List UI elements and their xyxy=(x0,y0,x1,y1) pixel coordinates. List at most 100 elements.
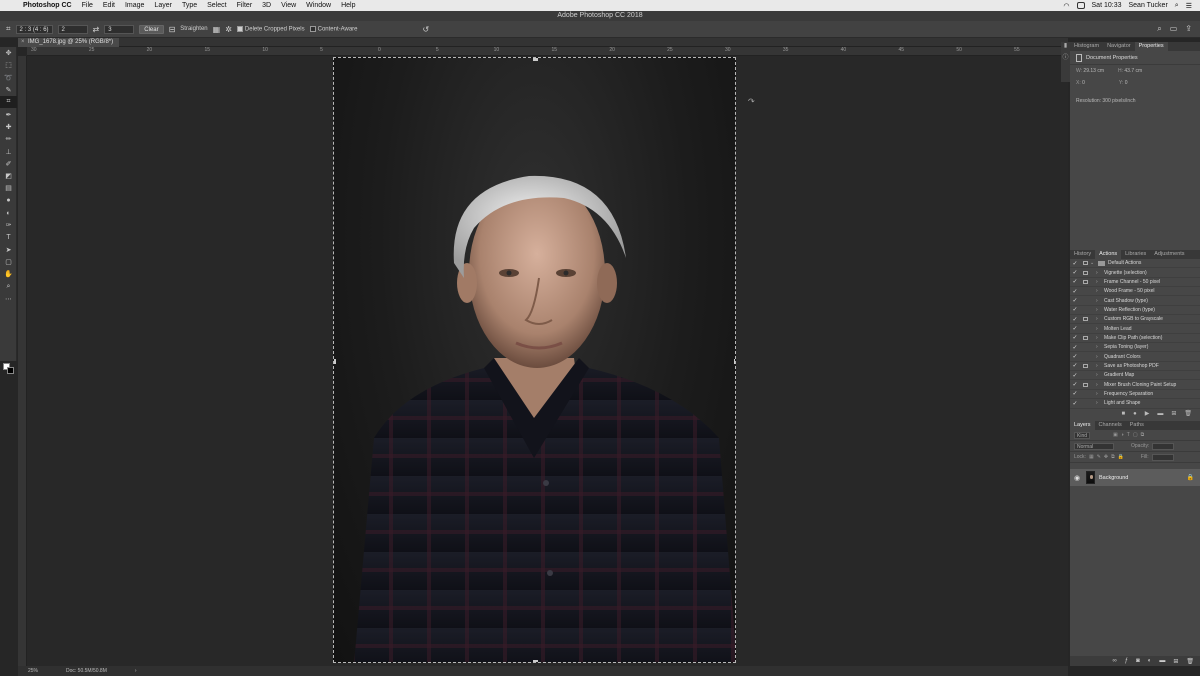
check-icon[interactable]: ✓ xyxy=(1070,288,1080,295)
zoom-tool-icon[interactable]: ⌕ xyxy=(0,281,17,293)
info-icon[interactable]: ⓘ xyxy=(1061,52,1070,62)
chevron-right-icon[interactable]: › xyxy=(1096,298,1104,304)
tab-actions[interactable]: Actions xyxy=(1095,250,1122,259)
chevron-right-icon[interactable]: › xyxy=(1096,326,1104,332)
wifi-icon[interactable]: ◠ xyxy=(1063,2,1069,10)
document-image[interactable] xyxy=(333,57,736,663)
lock-artboard-icon[interactable]: ⧉ xyxy=(1111,454,1115,460)
crop-height-field[interactable]: 3 xyxy=(104,24,135,34)
tab-layers[interactable]: Layers xyxy=(1070,421,1095,430)
action-row[interactable]: ✓ › Mixer Brush Cloning Paint Setup xyxy=(1070,380,1200,390)
tab-navigator[interactable]: Navigator xyxy=(1103,42,1135,51)
tab-properties[interactable]: Properties xyxy=(1134,42,1168,51)
new-group-icon[interactable]: ▬ xyxy=(1159,658,1165,664)
action-row[interactable]: ✓ › Water Reflection (type) xyxy=(1070,306,1200,316)
chevron-right-icon[interactable]: › xyxy=(1096,354,1104,360)
action-row[interactable]: ✓ › Cast Shadow (type) xyxy=(1070,296,1200,306)
chevron-right-icon[interactable]: › xyxy=(1096,270,1104,276)
menu-help[interactable]: Help xyxy=(336,2,360,9)
y-field[interactable]: Y: 0 xyxy=(1119,80,1128,86)
menu-3d[interactable]: 3D xyxy=(257,2,276,9)
chevron-right-icon[interactable]: › xyxy=(1096,382,1104,388)
action-row[interactable]: ✓ › Quadrant Colors xyxy=(1070,352,1200,362)
action-row[interactable]: ✓ › Light and Shape xyxy=(1070,399,1200,409)
check-icon[interactable]: ✓ xyxy=(1070,344,1080,351)
delete-cropped-checkbox[interactable]: Delete Cropped Pixels xyxy=(236,25,305,32)
check-icon[interactable]: ✓ xyxy=(1070,269,1080,276)
menu-edit[interactable]: Edit xyxy=(98,2,120,9)
dodge-tool-icon[interactable]: ◐ xyxy=(0,207,17,219)
adjustment-layer-icon[interactable]: ◐ xyxy=(1148,658,1152,664)
overlay-grid-icon[interactable]: ▦ xyxy=(213,25,221,34)
check-icon[interactable]: ✓ xyxy=(1070,297,1080,304)
dialog-toggle-icon[interactable] xyxy=(1080,363,1090,368)
zoom-level[interactable]: 25% xyxy=(28,668,38,674)
status-arrow-icon[interactable]: › xyxy=(135,668,137,674)
crop-handle-right[interactable] xyxy=(734,359,735,364)
crop-tool-icon[interactable]: ⌗ xyxy=(6,24,11,34)
width-field[interactable]: W: 29.13 cm xyxy=(1076,68,1104,74)
filter-adjustment-icon[interactable]: ◑ xyxy=(1121,432,1124,438)
lasso-tool-icon[interactable]: ➰ xyxy=(0,72,17,84)
check-icon[interactable]: ✓ xyxy=(1070,362,1080,369)
eyedropper-tool-icon[interactable]: ✒ xyxy=(0,108,17,120)
stop-icon[interactable]: ■ xyxy=(1121,411,1125,417)
user-name[interactable]: Sean Tucker xyxy=(1128,2,1167,9)
menu-window[interactable]: Window xyxy=(301,2,336,9)
dialog-toggle-icon[interactable] xyxy=(1080,270,1090,275)
new-layer-icon[interactable]: ⊞ xyxy=(1173,658,1178,665)
spotlight-icon[interactable]: ⌕ xyxy=(1175,2,1179,10)
menu-type[interactable]: Type xyxy=(177,2,202,9)
chevron-right-icon[interactable]: › xyxy=(1096,316,1104,322)
check-icon[interactable]: ✓ xyxy=(1070,306,1080,313)
check-icon[interactable]: ✓ xyxy=(1070,353,1080,360)
check-icon[interactable]: ✓ xyxy=(1070,325,1080,332)
check-icon[interactable]: ✓ xyxy=(1070,316,1080,323)
doc-size[interactable]: Doc: 50.5M/50.8M xyxy=(66,668,107,674)
action-row[interactable]: ✓ › Frequency Separation xyxy=(1070,390,1200,400)
menu-layer[interactable]: Layer xyxy=(149,2,177,9)
brush-tool-icon[interactable]: ✏ xyxy=(0,133,17,145)
action-set-row[interactable]: ✓ ⌄ Default Actions xyxy=(1070,259,1200,269)
lock-icon[interactable]: 🔒 xyxy=(1187,474,1194,481)
action-row[interactable]: ✓ › Wood Frame - 50 pixel xyxy=(1070,287,1200,297)
check-icon[interactable]: ✓ xyxy=(1070,372,1080,379)
clock[interactable]: Sat 10:33 xyxy=(1092,2,1122,9)
histogram-icon[interactable]: ▮ xyxy=(1061,42,1070,52)
x-field[interactable]: X: 0 xyxy=(1076,80,1085,86)
check-icon[interactable]: ✓ xyxy=(1070,260,1080,267)
content-aware-checkbox[interactable]: Content-Aware xyxy=(309,25,358,32)
check-icon[interactable]: ✓ xyxy=(1070,334,1080,341)
fx-icon[interactable]: ƒ xyxy=(1125,658,1128,664)
delete-layer-icon[interactable]: 🗑 xyxy=(1186,658,1194,665)
crop-handle-left[interactable] xyxy=(334,359,336,364)
new-set-icon[interactable]: ▬ xyxy=(1157,411,1163,417)
blur-tool-icon[interactable]: ● xyxy=(0,195,17,207)
workspace-icon[interactable]: ▭ xyxy=(1170,24,1178,34)
share-icon[interactable]: ⇪ xyxy=(1185,24,1192,34)
chevron-right-icon[interactable]: › xyxy=(1096,279,1104,285)
path-select-tool-icon[interactable]: ➤ xyxy=(0,244,17,256)
straighten-icon[interactable]: ⊟ xyxy=(169,25,176,34)
link-layers-icon[interactable]: ∞ xyxy=(1112,658,1116,664)
marquee-tool-icon[interactable]: ⬚ xyxy=(0,59,17,71)
move-tool-icon[interactable]: ✥ xyxy=(0,47,17,59)
filter-smart-icon[interactable]: ⧉ xyxy=(1141,432,1145,438)
chevron-right-icon[interactable]: › xyxy=(1096,335,1104,341)
check-icon[interactable]: ✓ xyxy=(1070,400,1080,407)
layer-name[interactable]: Background xyxy=(1099,475,1128,481)
chevron-right-icon[interactable]: › xyxy=(1096,307,1104,313)
notification-icon[interactable]: ☰ xyxy=(1186,2,1192,10)
lock-position-icon[interactable]: ✥ xyxy=(1104,454,1108,460)
menu-file[interactable]: File xyxy=(77,2,98,9)
action-row[interactable]: ✓ › Frame Channel - 50 pixel xyxy=(1070,278,1200,288)
pen-tool-icon[interactable]: ✑ xyxy=(0,219,17,231)
kind-filter-select[interactable]: Kind xyxy=(1074,431,1091,439)
chevron-down-icon[interactable]: ⌄ xyxy=(1090,260,1098,266)
filter-type-icon[interactable]: T xyxy=(1127,432,1130,438)
menu-app-name[interactable]: Photoshop CC xyxy=(18,2,77,9)
shape-tool-icon[interactable]: ▢ xyxy=(0,256,17,268)
search-icon[interactable]: ⌕ xyxy=(1157,24,1161,34)
crop-tool-icon[interactable]: ⌗ xyxy=(0,96,17,109)
hand-tool-icon[interactable]: ✋ xyxy=(0,268,17,280)
